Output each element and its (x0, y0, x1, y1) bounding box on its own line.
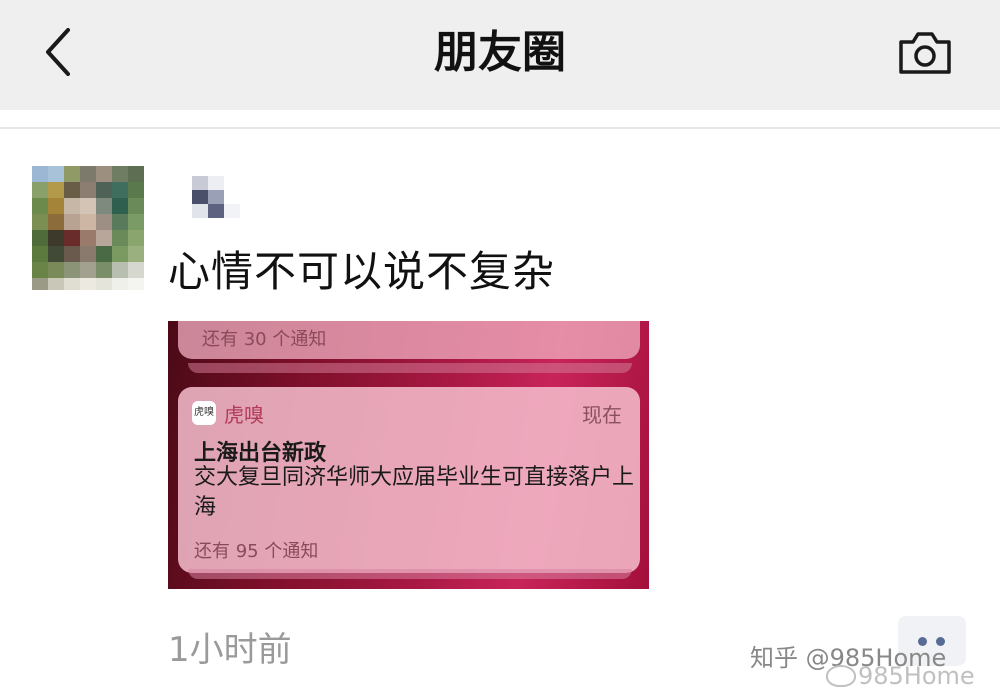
notification-card-shadow (188, 363, 632, 373)
avatar[interactable] (32, 166, 144, 290)
notification-time: 现在 (582, 403, 622, 427)
notification-more-count: 还有 95 个通知 (194, 541, 319, 562)
back-button[interactable] (38, 24, 78, 80)
notification-app-name: 虎嗅 (224, 403, 264, 427)
notification-card-stacked: 还有 30 个通知 (178, 321, 640, 359)
notification-card: 虎嗅 虎嗅 现在 上海出台新政 交大复旦同济华师大应届毕业生可直接落户上海 还有… (178, 387, 640, 573)
weibo-watermark-text: 985Home (858, 662, 975, 690)
app-icon: 虎嗅 (192, 401, 216, 425)
camera-button[interactable] (895, 28, 955, 78)
weibo-watermark: 985Home (826, 662, 975, 690)
page-title: 朋友圈 (434, 27, 566, 78)
notification-more-count: 还有 30 个通知 (202, 329, 327, 350)
notification-body: 交大复旦同济华师大应届毕业生可直接落户上海 (194, 465, 635, 520)
camera-icon (899, 32, 951, 74)
nav-bar: 朋友圈 (0, 0, 1000, 110)
post-text: 心情不可以说不复杂 (168, 247, 556, 296)
notification-card-shadow (188, 569, 632, 579)
divider (0, 127, 1000, 129)
post-timestamp: 1小时前 (168, 630, 292, 670)
username-pixelated[interactable] (180, 176, 260, 226)
post-image[interactable]: 还有 30 个通知 虎嗅 虎嗅 现在 上海出台新政 交大复旦同济华师大应届毕业生… (168, 321, 649, 589)
weibo-logo-icon (826, 665, 856, 687)
chevron-left-icon (46, 28, 70, 76)
